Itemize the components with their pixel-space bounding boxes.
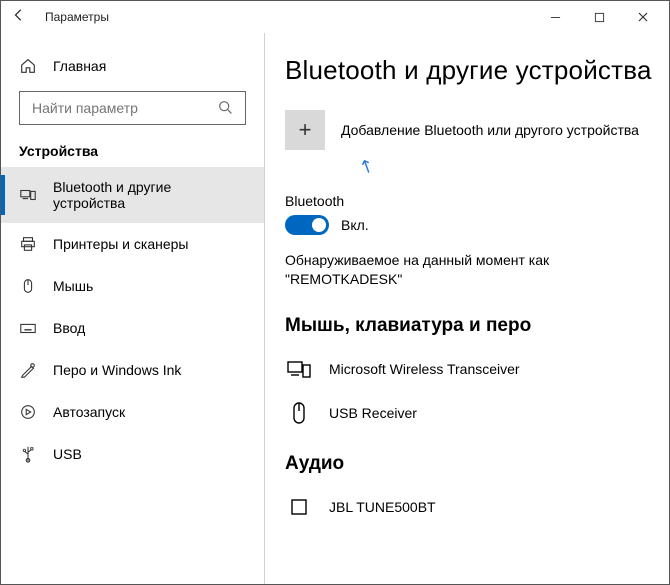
sidebar-item-bluetooth[interactable]: Bluetooth и другие устройства [1,167,264,223]
maximize-button[interactable] [577,1,621,33]
group-input-heading: Мышь, клавиатура и перо [285,315,653,337]
mouse-icon [19,277,37,295]
sidebar-item-label: Автозапуск [53,404,125,420]
devices-icon [19,186,37,204]
autoplay-icon [19,403,37,421]
sidebar-home-label: Главная [53,58,106,74]
keyboard-icon [19,319,37,337]
bluetooth-toggle[interactable] [285,215,329,235]
device-label: JBL TUNE500BT [329,499,436,515]
plus-icon: + [285,110,325,150]
search-input[interactable] [30,99,214,117]
sidebar-item-printers[interactable]: Принтеры и сканеры [1,223,264,265]
group-audio-heading: Аудио [285,453,653,475]
discoverable-text: Обнаруживаемое на данный момент как "REM… [285,251,625,289]
sidebar-item-label: Принтеры и сканеры [53,236,188,252]
bluetooth-toggle-row: Вкл. [285,215,653,235]
home-icon [19,57,37,75]
pen-icon [19,361,37,379]
add-device-row[interactable]: + Добавление Bluetooth или другого устро… [285,110,653,150]
content-pane: Bluetooth и другие устройства + Добавлен… [265,33,669,584]
sidebar-item-usb[interactable]: USB [1,433,264,475]
sidebar-item-autoplay[interactable]: Автозапуск [1,391,264,433]
sidebar-home[interactable]: Главная [1,51,264,91]
toggle-state-label: Вкл. [341,217,369,233]
window-title: Параметры [33,10,109,24]
headphones-icon [285,493,313,521]
page-title: Bluetooth и другие устройства [285,55,653,86]
sidebar-item-typing[interactable]: Ввод [1,307,264,349]
search-icon [217,99,235,117]
device-jbl[interactable]: JBL TUNE500BT [285,485,653,529]
search-box[interactable] [19,91,246,125]
sidebar: Главная Устройства Bluetooth и другие ус… [1,33,265,584]
minimize-button[interactable] [533,1,577,33]
usb-icon [19,445,37,463]
device-usb-receiver[interactable]: USB Receiver [285,391,653,435]
sidebar-section-title: Устройства [1,143,264,167]
sidebar-item-label: Перо и Windows Ink [53,362,181,378]
titlebar: Параметры [1,1,669,33]
sidebar-item-label: Bluetooth и другие устройства [53,179,246,211]
bluetooth-label: Bluetooth [285,193,653,209]
device-label: USB Receiver [329,405,417,421]
settings-window: Параметры Главная [0,0,670,585]
back-button[interactable] [5,8,33,27]
device-transceiver[interactable]: Microsoft Wireless Transceiver [285,347,653,391]
add-device-label: Добавление Bluetooth или другого устройс… [341,122,639,138]
transceiver-icon [285,355,313,383]
sidebar-item-label: USB [53,446,82,462]
printer-icon [19,235,37,253]
close-button[interactable] [621,1,665,33]
sidebar-item-label: Ввод [53,320,85,336]
sidebar-item-mouse[interactable]: Мышь [1,265,264,307]
device-label: Microsoft Wireless Transceiver [329,361,520,377]
mouse-device-icon [285,399,313,427]
sidebar-item-pen[interactable]: Перо и Windows Ink [1,349,264,391]
sidebar-item-label: Мышь [53,278,93,294]
arrow-annotation: ↖ [355,154,378,179]
